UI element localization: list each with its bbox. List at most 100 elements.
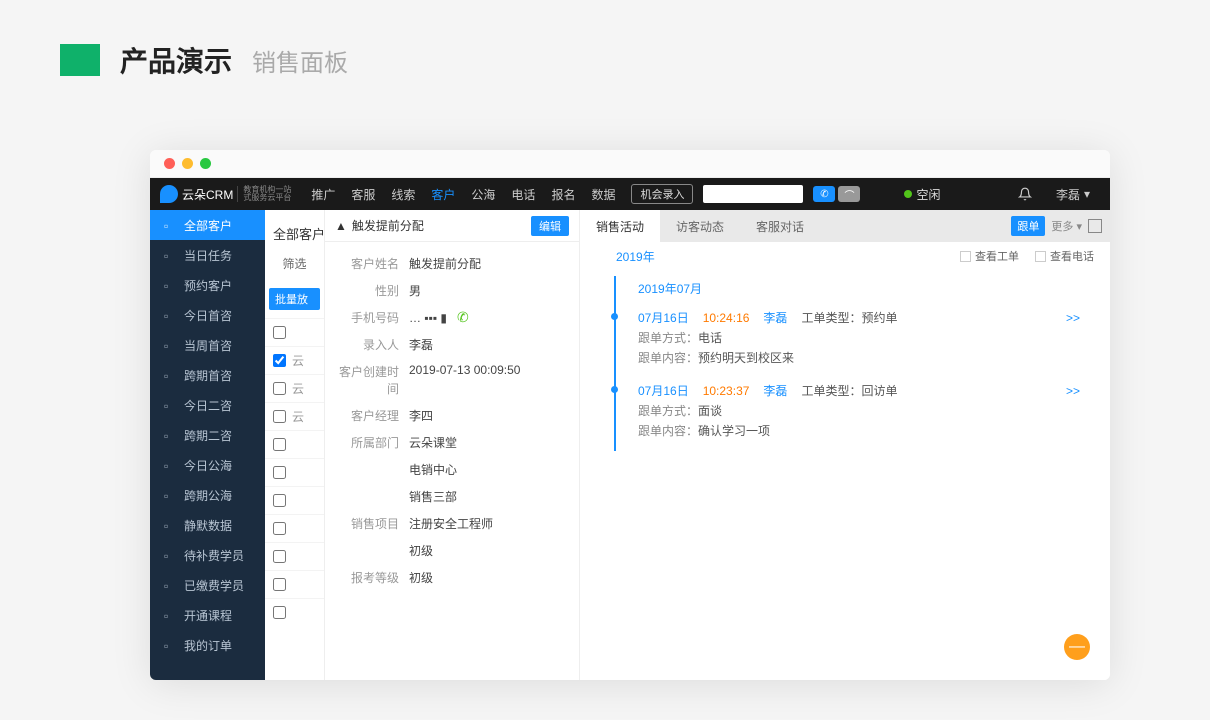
detail-field-value: 触发提前分配 <box>409 255 565 272</box>
year-label[interactable]: 2019年 <box>616 248 655 265</box>
sidebar-item-13[interactable]: ▫开通课程 <box>150 600 265 630</box>
entry-expand[interactable]: >> <box>1066 384 1080 398</box>
list-row[interactable] <box>265 542 324 570</box>
fab-button[interactable]: — <box>1064 634 1090 660</box>
activity-tab-0[interactable]: 销售活动 <box>580 210 660 242</box>
popout-icon[interactable] <box>1088 219 1102 233</box>
check-view-order[interactable]: 查看工单 <box>960 248 1019 264</box>
more-link[interactable]: 更多 ▾ <box>1051 218 1082 234</box>
list-row[interactable]: 云 <box>265 402 324 430</box>
entry-time: 10:23:37 <box>703 384 750 398</box>
logo-tagline: 教育机构一站式服务云平台 <box>237 186 291 202</box>
detail-row: 客户创建时间2019-07-13 00:09:50 <box>339 358 565 402</box>
entry-user[interactable]: 李磊 <box>763 309 787 326</box>
nav-item-0[interactable]: 推广 <box>303 186 343 203</box>
activity-tab-2[interactable]: 客服对话 <box>740 210 820 242</box>
activity-filter-row: 2019年 查看工单 查看电话 <box>580 242 1110 270</box>
sidebar-item-8[interactable]: ▫今日公海 <box>150 450 265 480</box>
timeline-entry-line: 跟单内容：确认学习一项 <box>638 419 1080 439</box>
sidebar-item-1[interactable]: ▫当日任务 <box>150 240 265 270</box>
entry-expand[interactable]: >> <box>1066 311 1080 325</box>
list-row[interactable]: 云 <box>265 346 324 374</box>
check-view-phone[interactable]: 查看电话 <box>1035 248 1094 264</box>
nav-item-5[interactable]: 电话 <box>503 186 543 203</box>
detail-field-label: 客户经理 <box>339 407 409 424</box>
user-name: 李磊 <box>1056 186 1080 203</box>
batch-button[interactable]: 批量放 <box>269 288 320 310</box>
timeline-entry-header: 07月16日10:23:37李磊工单类型：回访单>> <box>638 382 1080 399</box>
detail-field-label: 录入人 <box>339 336 409 353</box>
row-checkbox[interactable] <box>273 606 286 619</box>
timeline: 2019年07月 07月16日10:24:16李磊工单类型：预约单>>跟单方式：… <box>580 270 1110 457</box>
call-icon[interactable]: ✆ <box>813 186 835 202</box>
sidebar-item-12[interactable]: ▫已缴费学员 <box>150 570 265 600</box>
detail-field-value: 云朵课堂 <box>409 434 565 451</box>
row-label: 云 <box>292 352 304 369</box>
timeline-entry: 07月16日10:24:16李磊工单类型：预约单>>跟单方式：电话跟单内容：预约… <box>614 305 1080 378</box>
sidebar-item-0[interactable]: ▫全部客户 <box>150 210 265 240</box>
detail-row: 客户经理李四 <box>339 402 565 429</box>
sidebar-item-7[interactable]: ▫跨期二咨 <box>150 420 265 450</box>
logo: 云朵CRM 教育机构一站式服务云平台 <box>160 185 291 203</box>
sidebar-icon: ▫ <box>164 399 176 411</box>
detail-field-value: 男 <box>409 282 565 299</box>
row-checkbox[interactable] <box>273 550 286 563</box>
list-row[interactable] <box>265 430 324 458</box>
sidebar-icon: ▫ <box>164 279 176 291</box>
list-row[interactable] <box>265 486 324 514</box>
user-menu[interactable]: 李磊 ▾ <box>1056 186 1090 203</box>
page-title-sub: 销售面板 <box>252 43 348 78</box>
list-row[interactable] <box>265 514 324 542</box>
nav-item-4[interactable]: 公海 <box>463 186 503 203</box>
phone-icon[interactable]: ✆ <box>457 309 469 326</box>
minimize-icon[interactable] <box>182 158 193 169</box>
detail-field-label: 所属部门 <box>339 434 409 451</box>
filter-label[interactable]: 筛选 <box>265 247 324 280</box>
list-row[interactable]: 云 <box>265 374 324 402</box>
entry-button[interactable]: 机会录入 <box>631 184 693 204</box>
activity-tab-1[interactable]: 访客动态 <box>660 210 740 242</box>
sidebar-item-6[interactable]: ▫今日二咨 <box>150 390 265 420</box>
nav-item-3[interactable]: 客户 <box>423 186 463 203</box>
list-title: 全部客户 <box>265 220 324 247</box>
row-checkbox[interactable] <box>273 438 286 451</box>
row-checkbox[interactable] <box>273 522 286 535</box>
nav-item-2[interactable]: 线索 <box>383 186 423 203</box>
detail-field-value: 初级 <box>409 542 565 559</box>
list-row[interactable] <box>265 318 324 346</box>
list-row[interactable] <box>265 598 324 626</box>
row-checkbox[interactable] <box>273 578 286 591</box>
row-checkbox[interactable] <box>273 326 286 339</box>
row-label: 云 <box>292 380 304 397</box>
row-checkbox[interactable] <box>273 494 286 507</box>
sidebar-item-2[interactable]: ▫预约客户 <box>150 270 265 300</box>
sidebar-item-4[interactable]: ▫当周首咨 <box>150 330 265 360</box>
sidebar-item-9[interactable]: ▫跨期公海 <box>150 480 265 510</box>
nav-item-1[interactable]: 客服 <box>343 186 383 203</box>
bell-icon[interactable] <box>1018 187 1032 201</box>
sidebar-item-11[interactable]: ▫待补费学员 <box>150 540 265 570</box>
nav-item-7[interactable]: 数据 <box>583 186 623 203</box>
sidebar-item-3[interactable]: ▫今日首咨 <box>150 300 265 330</box>
row-checkbox[interactable] <box>273 354 286 367</box>
row-checkbox[interactable] <box>273 382 286 395</box>
status-indicator[interactable]: 空闲 <box>904 186 940 203</box>
sidebar-item-5[interactable]: ▫跨期首咨 <box>150 360 265 390</box>
sidebar-item-14[interactable]: ▫我的订单 <box>150 630 265 660</box>
list-row[interactable] <box>265 458 324 486</box>
follow-button[interactable]: 跟单 <box>1011 216 1045 236</box>
hangup-icon[interactable]: ⌒ <box>838 186 860 202</box>
row-checkbox[interactable] <box>273 466 286 479</box>
row-checkbox[interactable] <box>273 410 286 423</box>
entry-user[interactable]: 李磊 <box>763 382 787 399</box>
edit-button[interactable]: 编辑 <box>531 216 569 236</box>
list-row[interactable] <box>265 570 324 598</box>
sidebar-item-10[interactable]: ▫静默数据 <box>150 510 265 540</box>
sidebar-item-label: 跨期二咨 <box>184 427 232 444</box>
search-input[interactable] <box>703 185 803 203</box>
nav-item-6[interactable]: 报名 <box>543 186 583 203</box>
detail-field-label <box>339 461 409 478</box>
maximize-icon[interactable] <box>200 158 211 169</box>
close-icon[interactable] <box>164 158 175 169</box>
sidebar-icon: ▫ <box>164 249 176 261</box>
